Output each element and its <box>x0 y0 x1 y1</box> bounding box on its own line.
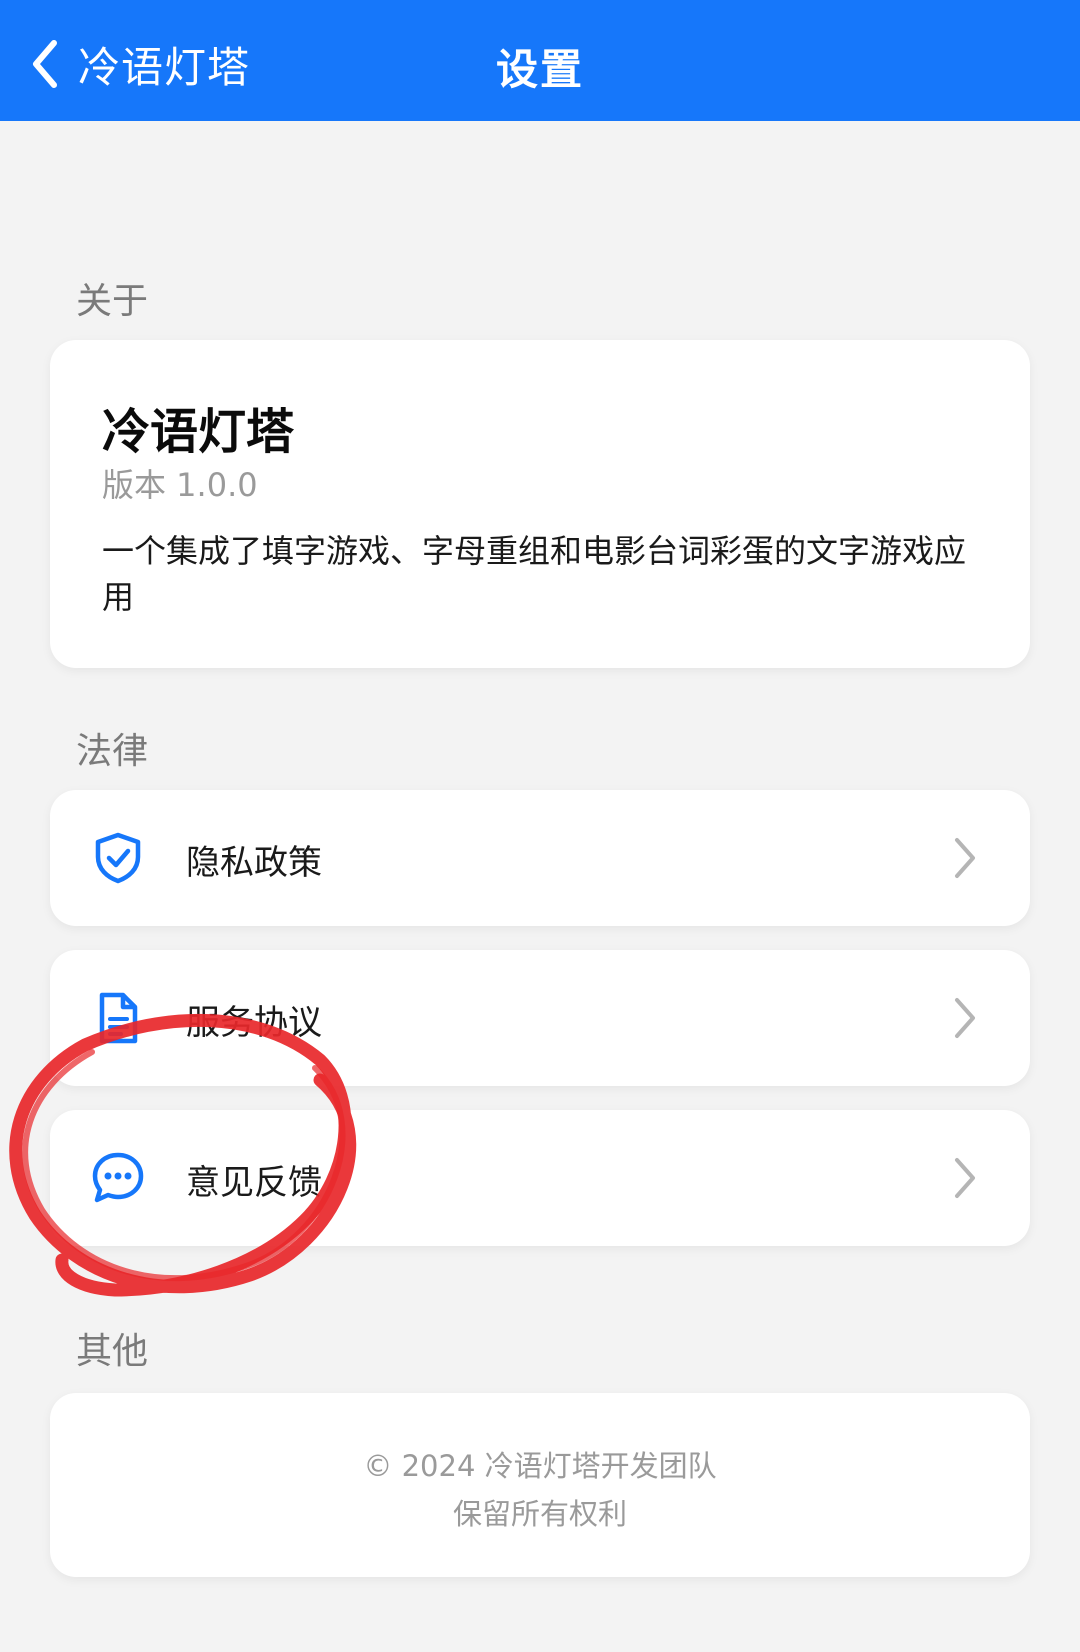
chat-bubble-icon <box>88 1148 148 1208</box>
service-agreement-row[interactable]: 服务协议 <box>50 950 1030 1086</box>
feedback-label: 意见反馈 <box>186 1163 322 1203</box>
feedback-row[interactable]: 意见反馈 <box>50 1110 1030 1246</box>
chevron-right-icon <box>955 1158 975 1198</box>
chevron-right-icon <box>955 998 975 1038</box>
chevron-right-icon <box>955 838 975 878</box>
service-agreement-label: 服务协议 <box>186 1003 322 1043</box>
section-label-other: 其他 <box>76 1331 149 1372</box>
section-label-about: 关于 <box>76 281 149 322</box>
shield-check-icon <box>88 828 148 888</box>
section-label-legal: 法律 <box>76 731 149 772</box>
privacy-policy-row[interactable]: 隐私政策 <box>50 790 1030 926</box>
page-title: 设置 <box>495 45 584 94</box>
footer-card: © 2024 冷语灯塔开发团队 保留所有权利 <box>50 1393 1030 1577</box>
top-app-bar: 冷语灯塔 设置 <box>0 0 1080 121</box>
app-description: 一个集成了填字游戏、字母重组和电影台词彩蛋的文字游戏应用 <box>102 532 967 616</box>
app-version: 版本 1.0.0 <box>102 466 258 504</box>
rights-text: 保留所有权利 <box>452 1497 627 1531</box>
about-card: 冷语灯塔 版本 1.0.0 一个集成了填字游戏、字母重组和电影台词彩蛋的文字游戏… <box>50 340 1030 668</box>
app-name: 冷语灯塔 <box>102 404 295 460</box>
document-icon <box>88 988 148 1048</box>
copyright-text: © 2024 冷语灯塔开发团队 <box>363 1449 717 1483</box>
privacy-policy-label: 隐私政策 <box>186 843 322 883</box>
